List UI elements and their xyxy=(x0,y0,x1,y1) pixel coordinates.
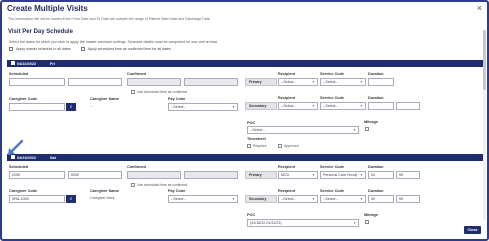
day-1-confirmed-from[interactable] xyxy=(127,78,181,86)
recipient-label-2: Recipient xyxy=(278,96,296,100)
day-1-recipient-secondary[interactable]: --Select-- ▼ xyxy=(278,102,318,110)
day-1-confirmed-to[interactable] xyxy=(184,78,238,86)
apply-confirmed-checkbox[interactable] xyxy=(80,47,85,52)
close-icon[interactable]: × xyxy=(477,3,482,13)
apply-confirmed-label: Apply scheduled time as confirmed time f… xyxy=(87,47,171,51)
pay-code-label: Pay Code xyxy=(168,97,186,101)
apply-master-label: Apply master schedule to all dates xyxy=(16,47,71,51)
service-code-label-4: Service Code xyxy=(320,189,345,193)
recipient-label-3: Recipient xyxy=(278,165,296,169)
scrollbar[interactable] xyxy=(483,30,486,220)
apply-master-checkbox[interactable] xyxy=(9,47,13,52)
day-1-checkbox[interactable] xyxy=(11,61,15,65)
secondary-tag: Secondary xyxy=(245,102,277,110)
day-1-service-secondary[interactable]: --Select-- ▼ xyxy=(320,102,366,110)
day-2-scheduled-from[interactable]: 0100 xyxy=(9,171,65,179)
day-2-mileage-checkbox[interactable] xyxy=(365,220,369,224)
day-2-confirmed-to[interactable] xyxy=(184,171,238,179)
mileage-label-2: Mileage xyxy=(364,213,378,217)
day-2-service-secondary[interactable]: --Select-- ▼ xyxy=(320,195,366,203)
day-2-duration-minutes[interactable]: 00 xyxy=(396,171,420,179)
day-1-requires-checkbox[interactable] xyxy=(247,144,251,148)
close-button[interactable]: Close xyxy=(464,226,481,234)
duration-label: Duration xyxy=(368,72,384,76)
primary-tag: Primary xyxy=(245,78,277,86)
approved-label: Approved xyxy=(284,144,299,148)
caregiver-code-label: Caregiver Code xyxy=(9,97,38,101)
day-2-recipient-secondary[interactable]: --Select-- ▼ xyxy=(278,195,318,203)
scheduled-label-2: Scheduled xyxy=(9,165,29,169)
timesheet-label: Timesheet xyxy=(247,137,266,141)
caregiver-name-label: Caregiver Name xyxy=(90,97,119,101)
caregiver-name-label-2: Caregiver Name xyxy=(90,189,119,193)
scrollbar-thumb[interactable] xyxy=(483,30,486,90)
primary-tag-2: Primary xyxy=(245,171,277,179)
day-2-weekday: Sat xyxy=(50,155,56,160)
day-1-caregiver-code[interactable] xyxy=(9,103,65,111)
apply-options: Apply master schedule to all dates Apply… xyxy=(9,47,171,52)
day-2-confirmed-from[interactable] xyxy=(127,171,181,179)
day-2-duration2-hours[interactable]: 00 xyxy=(368,195,394,203)
day-1-scheduled-from[interactable] xyxy=(9,78,65,86)
day-2-recipient-primary[interactable]: MCD ▼ xyxy=(278,171,318,179)
day-2-duration-hours[interactable]: 04 xyxy=(368,171,394,179)
day-2-service-primary[interactable]: Personal Care Hourly ▼ xyxy=(320,171,366,179)
modal-window: Create Multiple Visits × The information… xyxy=(0,0,489,241)
day-1-pay-code[interactable]: --Select-- ▼ xyxy=(168,103,238,111)
use-scheduled-label-2: Use scheduled time as confirmed xyxy=(137,183,188,187)
day-1-duration-hours[interactable] xyxy=(368,78,394,86)
modal-title: Create Multiple Visits xyxy=(7,4,88,13)
section-title: Visit Per Day Schedule xyxy=(8,29,73,35)
apply-confirmed-option[interactable]: Apply scheduled time as confirmed time f… xyxy=(80,47,171,52)
day-1-date: 04/22/2022 xyxy=(17,62,37,66)
day-2-caregiver-code[interactable]: SRA-1003 xyxy=(9,195,65,203)
recipient-label: Recipient xyxy=(278,72,296,76)
service-code-label-3: Service Code xyxy=(320,165,345,169)
use-scheduled-label: Use scheduled time as confirmed xyxy=(137,90,188,94)
day-1-recipient-primary[interactable]: --Select-- ▼ xyxy=(278,78,318,86)
apply-master-option[interactable]: Apply master schedule to all dates xyxy=(9,47,71,52)
day-1-caregiver-search-button[interactable]: ⌕ xyxy=(66,103,76,111)
duration-label-3: Duration xyxy=(368,165,384,169)
info-message: The information will not be loaded if th… xyxy=(8,17,211,21)
poc-label-2: POC xyxy=(247,213,256,217)
duration-label-4: Duration xyxy=(368,189,384,193)
section-description: Select the dates for which you wish to a… xyxy=(9,40,219,44)
duration-label-2: Duration xyxy=(368,96,384,100)
day-1-duration2-minutes[interactable] xyxy=(396,102,420,110)
scheduled-label: Scheduled xyxy=(9,72,29,76)
day-2-caregiver-search-button[interactable]: ⌕ xyxy=(66,195,76,203)
service-code-label: Service Code xyxy=(320,72,345,76)
confirmed-label: Confirmed xyxy=(127,72,146,76)
search-icon: ⌕ xyxy=(69,104,73,110)
pointer-arrow-icon xyxy=(8,139,24,155)
day-1-poc[interactable]: --Select-- ▼ xyxy=(247,126,359,134)
caregiver-code-label-2: Caregiver Code xyxy=(9,189,38,193)
day-1-use-scheduled-checkbox[interactable] xyxy=(131,90,135,94)
requires-label: Requires xyxy=(253,144,267,148)
day-1-mileage-checkbox[interactable] xyxy=(365,127,369,131)
day-2-use-scheduled-checkbox[interactable] xyxy=(131,183,135,187)
day-1-service-primary[interactable]: --Select-- ▼ xyxy=(320,78,366,86)
day-1-duration2-hours[interactable] xyxy=(368,102,394,110)
recipient-label-4: Recipient xyxy=(278,189,296,193)
day-2-pay-code[interactable]: --Select-- ▼ xyxy=(168,195,238,203)
secondary-tag-2: Secondary xyxy=(245,195,277,203)
confirmed-label-2: Confirmed xyxy=(127,165,146,169)
day-1-weekday: Fri xyxy=(50,61,55,66)
day-header-1: 04/22/2022 Fri xyxy=(7,60,484,67)
day-2-caregiver-name: Caregiver Mary xyxy=(90,196,115,200)
day-1-scheduled-to[interactable] xyxy=(68,78,122,86)
day-2-duration2-minutes[interactable]: 00 xyxy=(396,195,420,203)
day-2-poc[interactable]: (04/18/22-01/31/23) ▼ xyxy=(247,219,359,227)
mileage-label: Mileage xyxy=(364,120,378,124)
search-icon: ⌕ xyxy=(69,196,73,202)
day-1-caregiver-name: -- xyxy=(90,104,93,108)
day-1-approved-checkbox[interactable] xyxy=(278,144,282,148)
day-2-scheduled-to[interactable]: 0200 xyxy=(68,171,122,179)
service-code-label-2: Service Code xyxy=(320,96,345,100)
pay-code-label-2: Pay Code xyxy=(168,189,186,193)
day-header-2: 04/23/2022 Sat xyxy=(7,154,484,161)
poc-label: POC xyxy=(247,121,256,125)
